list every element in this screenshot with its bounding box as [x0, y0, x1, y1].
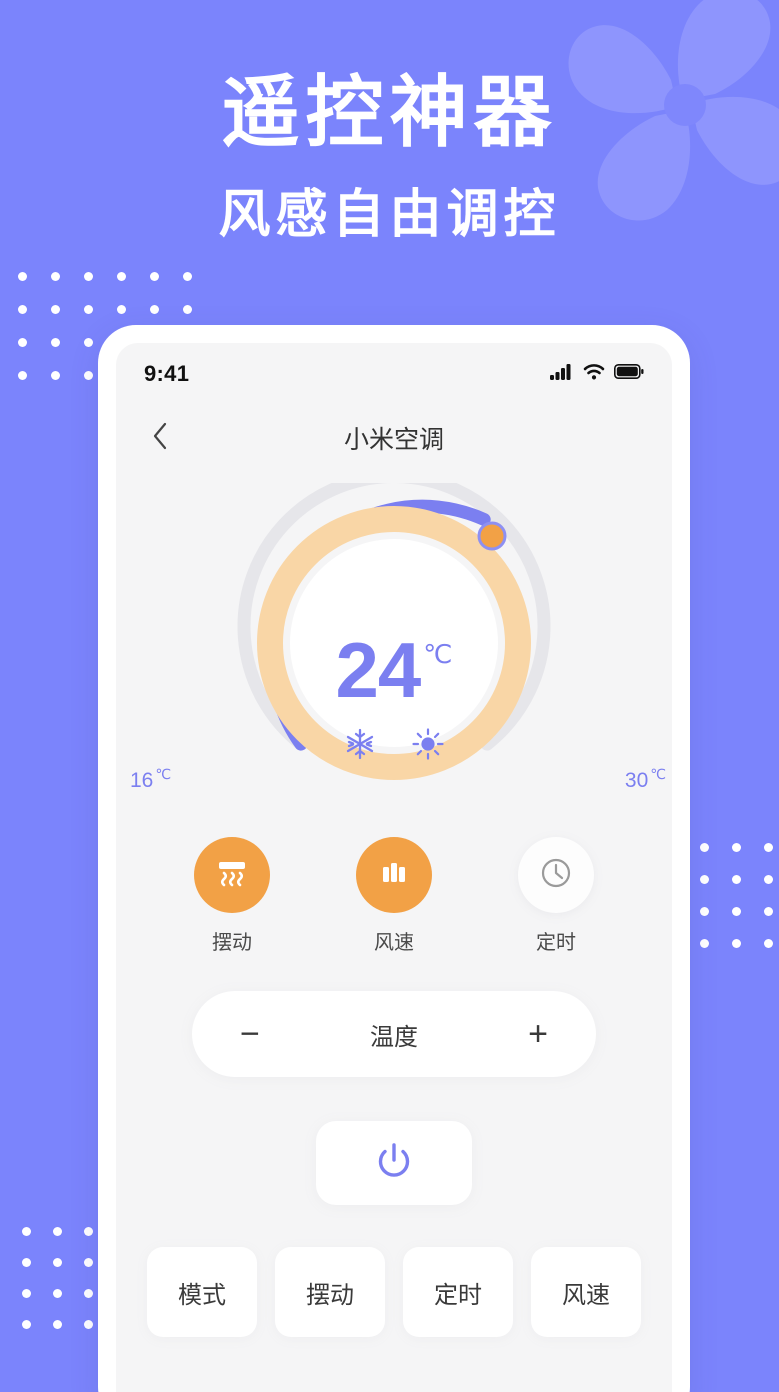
fan-blades-icon — [565, 0, 779, 230]
quick-action-swing[interactable]: 摆动 — [184, 837, 280, 955]
promo-subheadline: 风感自由调控 — [218, 186, 561, 245]
clock-icon — [537, 854, 575, 897]
promo-headline-block: 遥控神器 风感自由调控 — [0, 70, 779, 247]
quick-action-label: 风速 — [374, 932, 414, 954]
tab-fanspeed[interactable]: 风速 — [531, 1247, 641, 1337]
status-bar-time: 9:41 — [144, 361, 190, 386]
bottom-tab-bar: 模式 摆动 定时 风速 — [116, 1247, 672, 1337]
snowflake-icon[interactable] — [343, 727, 377, 766]
quick-action-label: 摆动 — [212, 932, 252, 954]
ac-swing-icon — [212, 853, 252, 898]
signal-icon — [550, 363, 574, 385]
sun-icon[interactable] — [411, 727, 445, 766]
tab-mode[interactable]: 模式 — [147, 1247, 257, 1337]
tab-timer[interactable]: 定时 — [403, 1247, 513, 1337]
dial-min-unit: ℃ — [155, 766, 172, 782]
power-button[interactable] — [316, 1121, 472, 1205]
temperature-dial[interactable]: 24 ℃ 16 ℃ 30 ℃ — [116, 483, 672, 823]
quick-action-fanspeed[interactable]: 风速 — [346, 837, 442, 955]
back-button[interactable] — [140, 418, 180, 458]
chevron-left-icon — [152, 422, 168, 455]
power-icon — [372, 1139, 416, 1188]
battery-icon — [614, 364, 644, 384]
dial-readout: 24 ℃ — [264, 626, 524, 766]
phone-mockup: 9:41 小米空调 24 ℃ 16 ℃ 30 ℃ 摆动 风速 定时 − 温度 +… — [98, 325, 690, 1392]
temperature-increase-button[interactable]: + — [528, 1017, 548, 1051]
dial-max-value: 30 — [624, 769, 649, 792]
dial-mode-icons — [264, 727, 524, 766]
dot-grid-right — [700, 843, 779, 971]
current-temperature: 24 — [335, 626, 422, 714]
page-title: 小米空调 — [343, 426, 444, 454]
dial-max-unit: ℃ — [650, 766, 666, 782]
fan-speed-icon — [376, 855, 412, 896]
status-bar: 9:41 — [116, 343, 672, 405]
phone-screen: 9:41 小米空调 24 ℃ 16 ℃ 30 ℃ 摆动 风速 定时 − 温度 +… — [116, 343, 672, 1392]
quick-actions: 摆动 风速 定时 — [116, 837, 672, 955]
temperature-stepper-label: 温度 — [370, 1023, 418, 1051]
temperature-decrease-button[interactable]: − — [240, 1017, 260, 1051]
status-bar-icons — [550, 363, 644, 385]
temperature-stepper: − 温度 + — [192, 991, 596, 1077]
quick-action-timer[interactable]: 定时 — [508, 837, 604, 955]
power-row — [116, 1121, 672, 1205]
dial-max-label: 30 ℃ — [625, 766, 666, 793]
dial-min-value: 16 — [130, 769, 154, 792]
wifi-icon — [583, 363, 605, 385]
nav-bar: 小米空调 — [116, 405, 672, 471]
temperature-unit: ℃ — [423, 639, 453, 669]
tab-swing[interactable]: 摆动 — [275, 1247, 385, 1337]
dial-min-label: 16 ℃ — [130, 766, 171, 793]
promo-headline: 遥控神器 — [221, 68, 558, 156]
quick-action-label: 定时 — [536, 932, 576, 954]
